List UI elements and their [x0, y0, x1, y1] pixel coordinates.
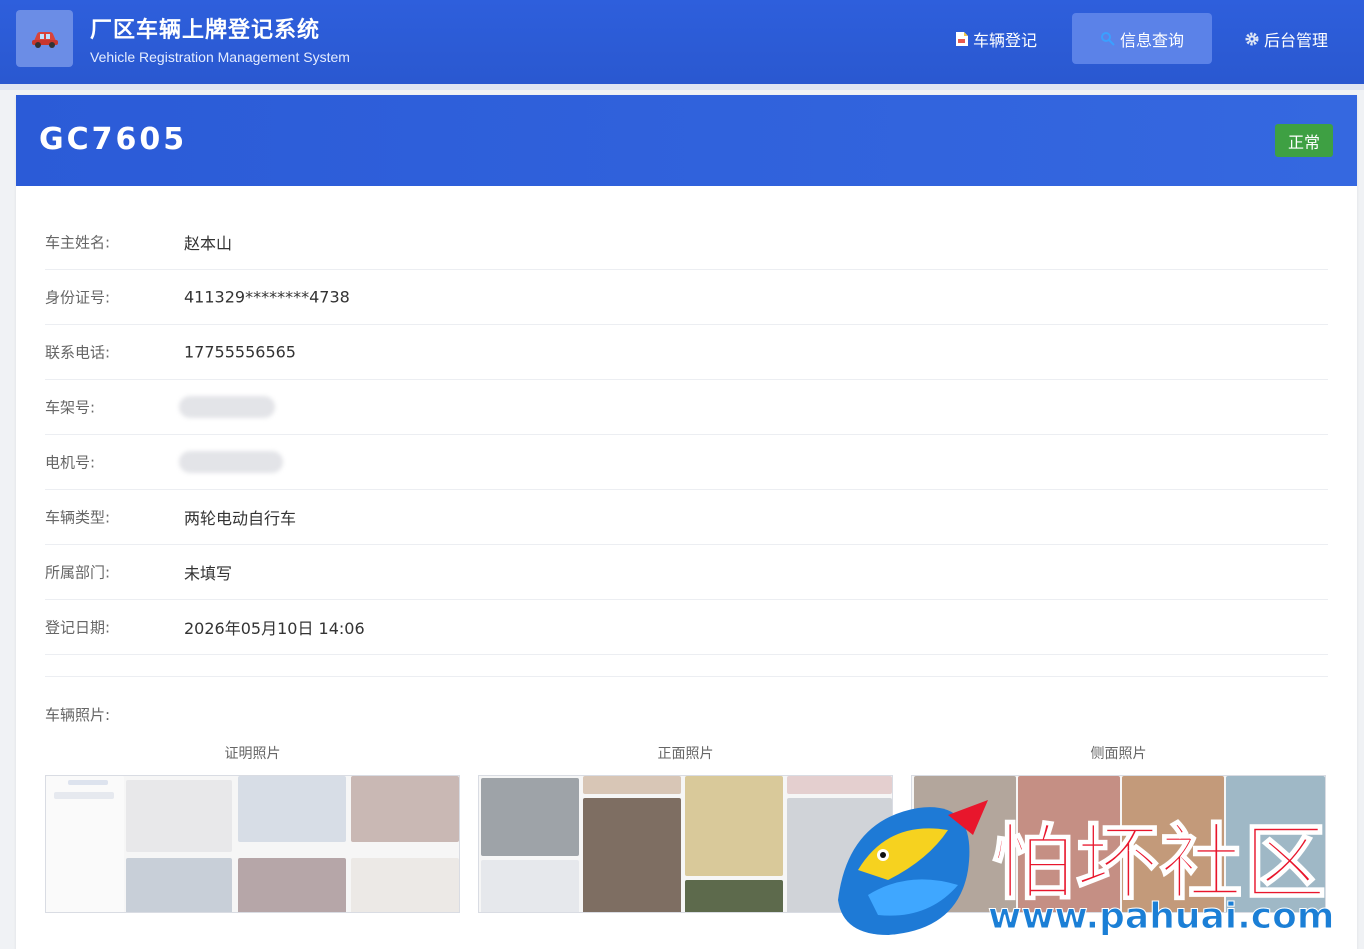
- document-icon: [956, 31, 968, 46]
- nav-label: 信息查询: [1119, 30, 1184, 50]
- photo-caption: 证明照片: [224, 746, 281, 762]
- field-vehicle-type: 车辆类型: 两轮电动自行车: [45, 490, 1328, 545]
- field-value: 2026年05月10日 14:06: [184, 619, 365, 638]
- image-tile: [583, 798, 681, 912]
- photos-section-label: 车辆照片:: [45, 706, 111, 724]
- app-title: 厂区车辆上牌登记系统: [90, 18, 321, 43]
- field-label: 身份证号:: [45, 288, 111, 307]
- field-value: 17755556565: [184, 342, 296, 362]
- field-motor-number: 电机号:: [45, 435, 1328, 490]
- field-value: 未填写: [184, 564, 233, 583]
- field-department: 所属部门: 未填写: [45, 545, 1328, 600]
- image-tile: [351, 858, 459, 912]
- field-label: 所属部门:: [45, 563, 111, 582]
- image-tile: [238, 858, 346, 912]
- image-tile: [238, 776, 346, 842]
- field-id-number: 身份证号: 411329********4738: [45, 270, 1328, 325]
- field-label: 登记日期:: [45, 618, 111, 637]
- search-icon: [1100, 31, 1115, 46]
- field-label: 联系电话:: [45, 343, 111, 362]
- field-frame-number: 车架号:: [45, 380, 1328, 435]
- nav-label: 车辆登记: [973, 30, 1038, 50]
- field-label: 车辆类型:: [45, 508, 111, 527]
- watermark-url: www.pahuai.com: [987, 896, 1335, 938]
- image-tile: [583, 776, 681, 794]
- nav-admin[interactable]: 后台管理: [1232, 13, 1340, 64]
- nav-info-query[interactable]: 信息查询: [1072, 13, 1212, 64]
- navbar-divider: [0, 84, 1364, 90]
- app-logo[interactable]: [16, 10, 73, 67]
- image-tile: [685, 880, 783, 912]
- field-registration-date: 登记日期: 2026年05月10日 14:06: [45, 600, 1328, 655]
- image-tile: [787, 776, 892, 794]
- car-icon: [31, 31, 58, 48]
- field-phone: 联系电话: 17755556565: [45, 325, 1328, 380]
- app-subtitle: Vehicle Registration Management System: [90, 49, 350, 65]
- image-tile: [126, 858, 232, 912]
- top-navbar: 厂区车辆上牌登记系统 Vehicle Registration Manageme…: [0, 0, 1364, 84]
- field-label: 车架号:: [45, 398, 96, 417]
- field-label: 电机号:: [45, 453, 96, 472]
- field-value: 赵本山: [184, 234, 233, 253]
- card-header: GC7605 正常: [16, 95, 1357, 186]
- section-divider: [45, 676, 1328, 677]
- nav-label: 后台管理: [1264, 30, 1329, 50]
- license-plate: GC7605: [39, 122, 188, 157]
- redacted-value: [179, 396, 275, 418]
- field-value: 两轮电动自行车: [184, 509, 297, 528]
- photo-caption: 正面照片: [657, 746, 714, 762]
- photo-proof[interactable]: 证明照片: [45, 743, 460, 913]
- image-tile: [481, 860, 579, 912]
- status-badge: 正常: [1275, 124, 1333, 157]
- photo-caption: 侧面照片: [1090, 746, 1147, 762]
- screenshot-line: [54, 792, 114, 799]
- image-tile: [685, 776, 783, 876]
- image-tile: [481, 778, 579, 856]
- nav-vehicle-registration[interactable]: 车辆登记: [943, 13, 1049, 64]
- image-tile: [351, 776, 459, 842]
- field-owner-name: 车主姓名: 赵本山: [45, 215, 1328, 270]
- photo-thumbnail[interactable]: [45, 775, 460, 913]
- redacted-value: [179, 451, 283, 473]
- field-value: 411329********4738: [184, 287, 350, 307]
- image-tile: [126, 780, 232, 852]
- screenshot-line: [68, 780, 108, 785]
- field-label: 车主姓名:: [45, 233, 111, 252]
- gear-icon: [1245, 32, 1259, 45]
